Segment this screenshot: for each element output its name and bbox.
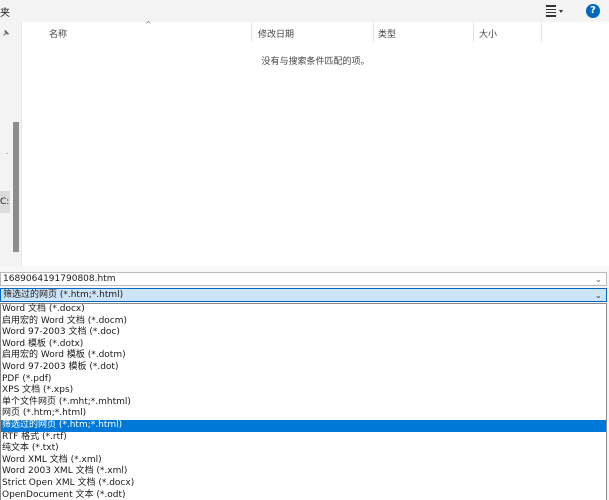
chevron-down-icon — [559, 9, 563, 13]
save-type-option[interactable]: 单个文件网页 (*.mht;*.mhtml) — [1, 397, 606, 409]
save-type-option[interactable]: Word XML 文档 (*.xml) — [1, 455, 606, 467]
column-size[interactable]: 大小 — [479, 27, 497, 40]
save-type-option[interactable]: Word 97-2003 文档 (*.doc) — [1, 327, 606, 339]
save-type-option[interactable]: 启用宏的 Word 文档 (*.docm) — [1, 316, 606, 328]
list-view-icon — [546, 5, 556, 17]
filename-input[interactable] — [0, 272, 607, 286]
save-type-option[interactable]: OpenDocument 文本 (*.odt) — [1, 490, 606, 500]
save-as-dialog: 夹 ? C:) ^ 名称 修改日期 类型 大小 没有与搜索条件匹配的项。 ⌄ — [0, 0, 609, 500]
save-type-select[interactable]: 筛选过的网页 (*.htm;*.html) — [0, 288, 607, 302]
save-type-option[interactable]: 网页 (*.htm;*.html) — [1, 408, 606, 420]
file-list: ^ 名称 修改日期 类型 大小 没有与搜索条件匹配的项。 — [22, 20, 609, 266]
column-separator[interactable] — [251, 22, 252, 42]
nav-item-drive-c[interactable]: C:) — [0, 191, 10, 213]
save-type-option[interactable]: Strict Open XML 文档 (*.docx) — [1, 478, 606, 490]
empty-message: 没有与搜索条件匹配的项。 — [261, 57, 370, 67]
column-name[interactable]: 名称 — [49, 27, 67, 40]
column-date-modified[interactable]: 修改日期 — [258, 27, 294, 40]
column-separator[interactable] — [473, 22, 474, 42]
navigation-scrollbar[interactable] — [13, 122, 19, 252]
column-header: ^ 名称 修改日期 类型 大小 — [22, 20, 609, 42]
save-type-option[interactable]: 筛选过的网页 (*.htm;*.html) — [1, 420, 606, 432]
sort-caret-icon: ^ — [145, 20, 152, 29]
save-type-option[interactable]: Word 97-2003 模板 (*.dot) — [1, 362, 606, 374]
column-separator[interactable] — [541, 22, 542, 42]
pin-icon — [3, 29, 10, 36]
navigation-pane: C:) — [0, 22, 22, 266]
title-fragment: 夹 — [0, 8, 10, 19]
column-type[interactable]: 类型 — [378, 27, 396, 40]
save-type-option[interactable]: 启用宏的 Word 模板 (*.dotm) — [1, 350, 606, 362]
chevron-down-icon[interactable]: ⌄ — [595, 275, 602, 284]
save-type-dropdown-list: Word 文档 (*.docx) 启用宏的 Word 文档 (*.docm) Wor… — [0, 303, 607, 500]
help-button[interactable]: ? — [586, 4, 600, 18]
save-type-option[interactable]: 纯文本 (*.txt) — [1, 443, 606, 455]
save-type-option[interactable]: Word 2003 XML 文档 (*.xml) — [1, 466, 606, 478]
save-type-option[interactable]: RTF 格式 (*.rtf) — [1, 432, 606, 444]
save-type-option[interactable]: PDF (*.pdf) — [1, 374, 606, 386]
view-options-button[interactable] — [546, 3, 572, 19]
save-type-option[interactable]: Word 模板 (*.dotx) — [1, 339, 606, 351]
divider — [6, 153, 8, 154]
column-separator[interactable] — [373, 22, 374, 42]
save-type-option[interactable]: Word 文档 (*.docx) — [1, 304, 606, 316]
top-toolbar: 夹 ? — [0, 0, 609, 22]
chevron-down-icon[interactable]: ⌄ — [595, 291, 602, 300]
save-type-option[interactable]: XPS 文档 (*.xps) — [1, 385, 606, 397]
